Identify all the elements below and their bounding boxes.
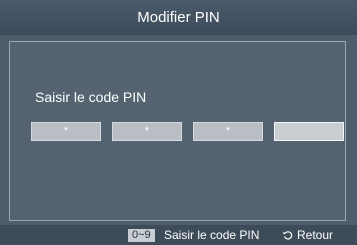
pin-dialog-panel: Saisir le code PIN * * * xyxy=(9,41,346,221)
pin-prompt-label: Saisir le code PIN xyxy=(35,89,147,105)
pin-digit-field-2[interactable]: * xyxy=(112,122,182,141)
enter-pin-hint: Saisir le code PIN xyxy=(164,228,260,242)
pin-digit-field-3[interactable]: * xyxy=(193,122,263,141)
pin-digit-field-4[interactable] xyxy=(274,122,344,141)
pin-change-screen: Modifier PIN Saisir le code PIN * * * 0~… xyxy=(0,0,357,245)
page-title: Modifier PIN xyxy=(0,0,357,35)
pin-digit-field-1[interactable]: * xyxy=(31,122,101,141)
footer-hint-bar: 0~9 Saisir le code PIN Retour xyxy=(0,225,357,245)
return-label[interactable]: Retour xyxy=(297,227,333,243)
return-arrow-icon[interactable] xyxy=(283,230,293,240)
pin-input-row: * * * xyxy=(31,122,344,142)
number-keys-badge: 0~9 xyxy=(128,229,155,242)
